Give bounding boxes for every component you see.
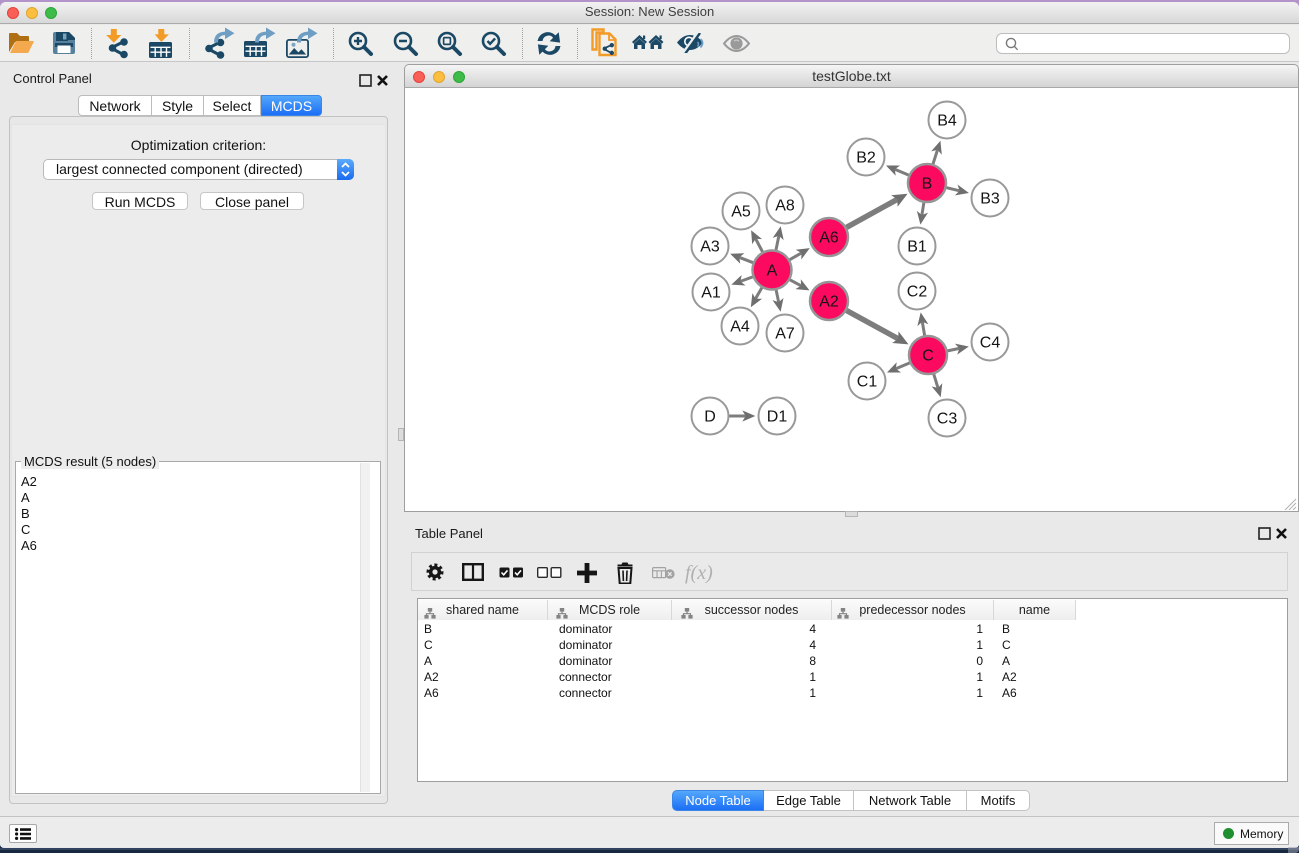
svg-text:C: C (922, 348, 934, 365)
svg-text:A4: A4 (730, 319, 750, 336)
svg-text:C1: C1 (857, 374, 878, 391)
svg-text:C4: C4 (980, 335, 1001, 352)
svg-text:A5: A5 (731, 204, 751, 221)
svg-text:D: D (704, 409, 716, 426)
svg-text:A7: A7 (775, 326, 795, 343)
svg-text:B1: B1 (907, 239, 927, 256)
svg-text:A: A (767, 263, 778, 280)
svg-text:B4: B4 (937, 113, 957, 130)
svg-text:D1: D1 (767, 409, 788, 426)
svg-text:B2: B2 (856, 150, 876, 167)
svg-text:C3: C3 (937, 411, 958, 428)
svg-text:B3: B3 (980, 191, 1000, 208)
svg-text:A8: A8 (775, 198, 795, 215)
svg-text:A6: A6 (819, 230, 839, 247)
svg-text:A2: A2 (819, 294, 839, 311)
svg-text:C2: C2 (907, 284, 928, 301)
svg-text:B: B (922, 176, 933, 193)
svg-text:A3: A3 (700, 239, 720, 256)
svg-text:A1: A1 (701, 285, 721, 302)
